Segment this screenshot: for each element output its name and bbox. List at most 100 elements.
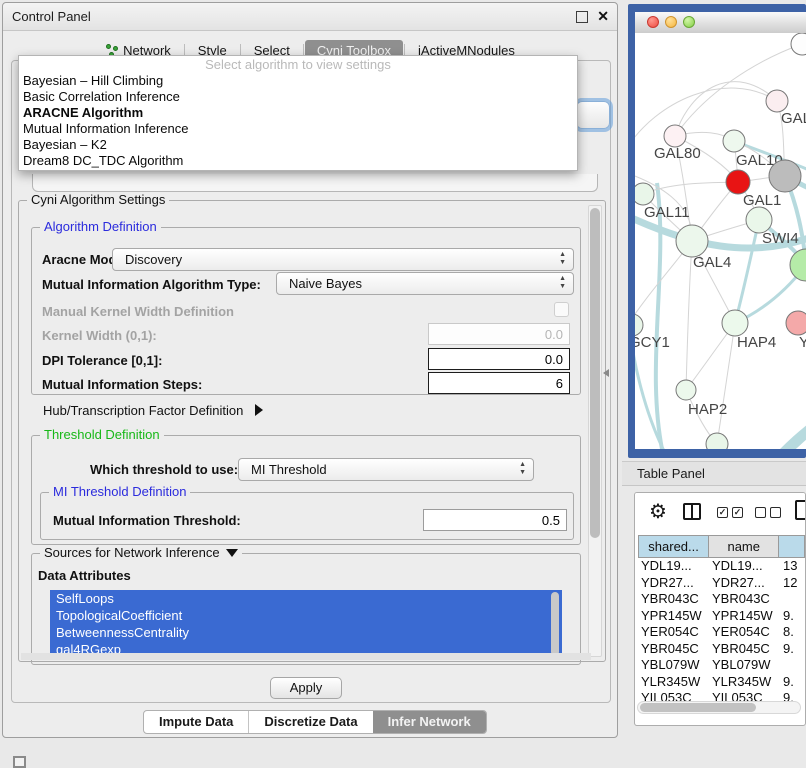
table-panel-titlebar: Table Panel (622, 461, 806, 486)
kernel-width-label: Kernel Width (0,1): (42, 328, 157, 343)
float-panel-icon[interactable] (576, 11, 588, 23)
algorithm-option[interactable]: Bayesian – Hill Climbing (19, 73, 577, 89)
table-panel-body: ⚙ ✓✓ shared...name YDL19...YDL19...13YDR… (634, 492, 806, 726)
table-cell: YBL079W (638, 657, 709, 674)
network-node-gal[interactable] (766, 90, 788, 112)
list-scrollbar-thumb[interactable] (551, 592, 559, 656)
network-node-y[interactable] (786, 311, 806, 335)
table-cell: YLR345W (709, 674, 780, 691)
deselect-all-checks-icon[interactable] (755, 507, 781, 518)
network-node[interactable] (706, 433, 728, 449)
which-threshold-combo[interactable]: MI Threshold ▲▼ (238, 458, 534, 481)
mi-type-label: Mutual Information Algorithm Type: (42, 277, 261, 292)
network-node-gal1[interactable] (726, 170, 750, 194)
window-zoom-icon[interactable] (683, 16, 695, 28)
document-icon[interactable] (795, 500, 806, 520)
network-node-hap2[interactable] (676, 380, 696, 400)
expand-right-icon (255, 404, 263, 416)
settings-scrollbar-thumb[interactable] (590, 208, 600, 538)
window-minimize-icon[interactable] (665, 16, 677, 28)
sources-title-row[interactable]: Sources for Network Inference (40, 545, 242, 561)
hub-definition-toggle[interactable]: Hub/Transcription Factor Definition (43, 403, 263, 418)
gear-icon[interactable]: ⚙ (649, 500, 667, 524)
network-node-label: SWI4 (762, 230, 799, 247)
mi-threshold-label: Mutual Information Threshold: (53, 513, 241, 528)
which-threshold-label: Which threshold to use: (90, 462, 238, 477)
threshold-definition-group: Threshold Definition Which threshold to … (31, 435, 581, 545)
collapsed-panel-icon[interactable] (13, 756, 26, 768)
network-node-label: HAP4 (737, 334, 776, 351)
network-node-gal10[interactable] (723, 130, 745, 152)
mi-threshold-field[interactable] (423, 509, 567, 531)
kernel-width-field[interactable] (428, 323, 570, 345)
columns-icon[interactable] (683, 503, 701, 520)
dpi-tolerance-field[interactable] (428, 348, 570, 370)
select-all-checks-icon[interactable]: ✓✓ (717, 507, 743, 518)
algorithm-option[interactable]: Basic Correlation Inference (19, 89, 577, 105)
tab-infer-network[interactable]: Infer Network (373, 711, 486, 733)
mi-type-value: Naive Bayes (289, 276, 362, 291)
network-node-label: Y (799, 334, 806, 351)
table-cell: YBR045C (709, 641, 780, 658)
network-node[interactable] (790, 249, 806, 281)
network-canvas[interactable]: GALGAL80GAL10GAL1GAL11SWI4GAL4GCY1HAP4YH… (635, 33, 806, 449)
table-row[interactable]: YDL19...YDL19...13 (638, 558, 806, 575)
tab-discretize-data[interactable]: Discretize Data (248, 711, 372, 733)
network-node[interactable] (791, 33, 806, 55)
algorithm-option[interactable]: Mutual Information Inference (19, 121, 577, 137)
network-node-hap4[interactable] (722, 310, 748, 336)
table-row[interactable]: YBL079WYBL079W (638, 657, 806, 674)
network-node-label: GAL4 (693, 254, 731, 271)
table-row[interactable]: YBR045CYBR045C9. (638, 641, 806, 658)
mi-steps-label: Mutual Information Steps: (42, 377, 202, 392)
algorithm-option[interactable]: Dream8 DC_TDC Algorithm (19, 153, 577, 169)
combo-arrows-icon: ▲▼ (519, 461, 526, 477)
apply-button[interactable]: Apply (270, 677, 342, 699)
table-h-scrollbar[interactable] (637, 701, 801, 714)
network-node-gal11[interactable] (635, 183, 654, 205)
column-header[interactable]: shared... (639, 536, 709, 557)
column-header[interactable] (779, 536, 805, 557)
attribute-list-item[interactable]: SelfLoops (50, 590, 562, 607)
aracne-mode-combo[interactable]: Discovery ▲▼ (112, 248, 574, 271)
mi-threshold-group-title: MI Threshold Definition (49, 484, 190, 500)
network-node-gal4[interactable] (676, 225, 708, 257)
data-attributes-list[interactable]: SelfLoopsTopologicalCoefficientBetweenne… (50, 590, 562, 660)
algorithm-dropdown-items: Bayesian – Hill ClimbingBasic Correlatio… (19, 73, 577, 169)
settings-scrollbar[interactable] (588, 205, 602, 657)
aracne-mode-value: Discovery (125, 252, 182, 267)
attribute-list-item[interactable]: BetweennessCentrality (50, 624, 562, 641)
focused-combo-fragment[interactable] (576, 101, 610, 129)
table-row[interactable]: YER054CYER054C8. (638, 624, 806, 641)
network-node[interactable] (769, 160, 801, 192)
mi-steps-field[interactable] (428, 372, 570, 394)
network-node-gal80[interactable] (664, 125, 686, 147)
table-cell: YER054C (638, 624, 709, 641)
network-node-gcy1[interactable] (635, 314, 643, 336)
scrollpane-bottom-strip (21, 653, 591, 660)
table-row[interactable]: YPR145WYPR145W9. (638, 608, 806, 625)
control-panel-title: Control Panel (12, 9, 91, 24)
attribute-list-item[interactable]: TopologicalCoefficient (50, 607, 562, 624)
manual-kernel-label: Manual Kernel Width Definition (42, 304, 234, 319)
tab-impute-data[interactable]: Impute Data (144, 711, 248, 733)
table-row[interactable]: YBR043CYBR043C (638, 591, 806, 608)
algorithm-option[interactable]: Bayesian – K2 (19, 137, 577, 153)
table-row[interactable]: YLR345WYLR345W9. (638, 674, 806, 691)
which-threshold-value: MI Threshold (251, 462, 327, 477)
table-cell: YDR27... (638, 575, 709, 592)
threshold-definition-title: Threshold Definition (40, 427, 164, 443)
window-close-icon[interactable] (647, 16, 659, 28)
table-cell: YLR345W (638, 674, 709, 691)
table-h-scrollbar-thumb[interactable] (640, 703, 756, 712)
table-cell: YBL079W (709, 657, 780, 674)
algorithm-option[interactable]: ARACNE Algorithm (19, 105, 577, 121)
splitter-collapse-icon[interactable] (603, 369, 609, 377)
column-header[interactable]: name (709, 536, 779, 557)
mi-type-combo[interactable]: Naive Bayes ▲▼ (276, 272, 574, 295)
manual-kernel-checkbox[interactable] (554, 302, 569, 317)
data-attributes-label: Data Attributes (38, 568, 131, 583)
close-icon[interactable]: ✕ (597, 8, 609, 24)
table-row[interactable]: YDR27...YDR27...12 (638, 575, 806, 592)
bottom-tabbar: Impute DataDiscretize DataInfer Network (143, 710, 487, 734)
